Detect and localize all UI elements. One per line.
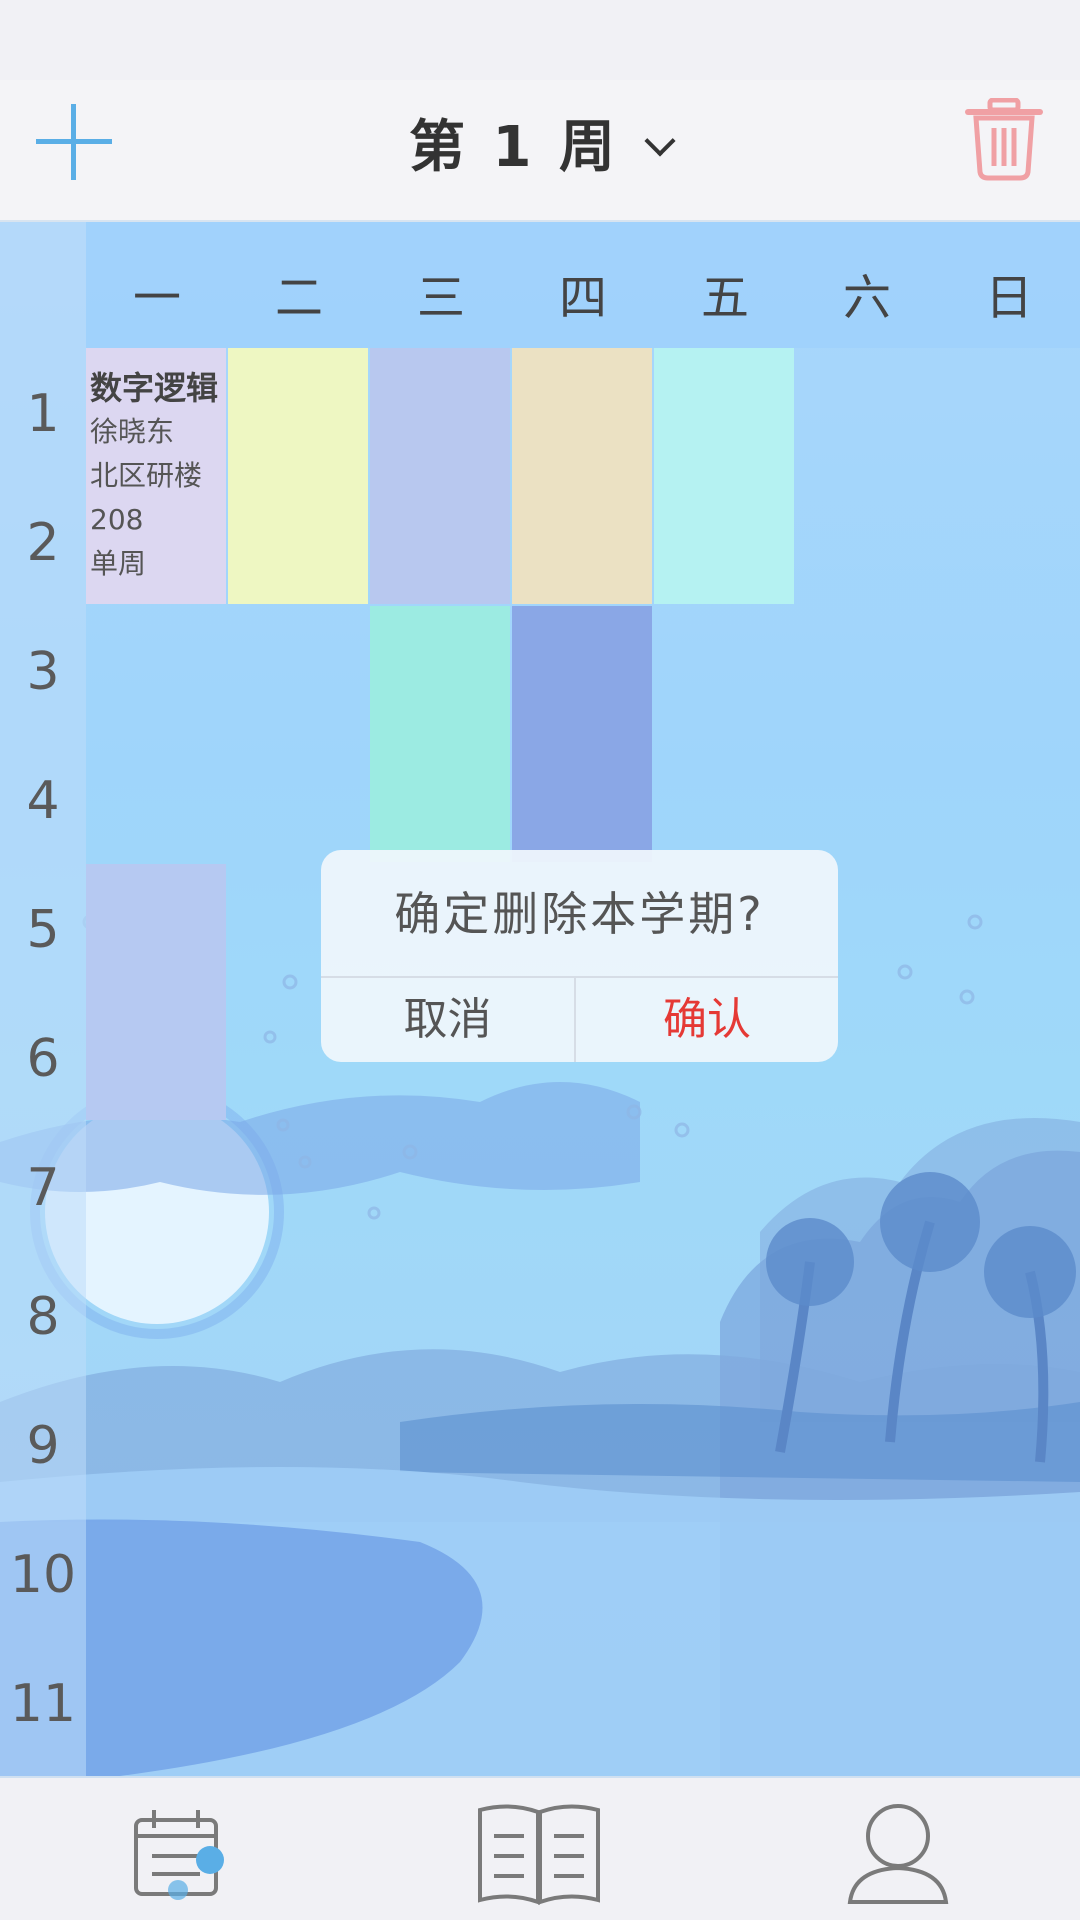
course-room-number: 208 bbox=[90, 503, 144, 536]
course-block[interactable] bbox=[370, 606, 510, 862]
weekday-label: 三 bbox=[416, 270, 465, 326]
period-label: 11 bbox=[9, 1674, 77, 1734]
course-details: 数字逻辑徐晓东北区研楼 208 单周 bbox=[86, 348, 226, 586]
book-icon bbox=[478, 1804, 600, 1905]
confirm-button[interactable]: 确认 bbox=[576, 978, 838, 1062]
period-label: 2 bbox=[26, 513, 60, 573]
user-icon bbox=[847, 1804, 949, 1904]
app-root: 第 1 周 一 二 三 四 五 六 日 1 2 3 4 5 6 7 8 9 10… bbox=[0, 0, 1080, 1920]
period-label: 7 bbox=[26, 1158, 60, 1218]
period-label: 6 bbox=[26, 1029, 60, 1089]
nav-profile[interactable] bbox=[838, 1798, 958, 1908]
top-bar: 第 1 周 bbox=[0, 80, 1080, 222]
dialog-message: 确定删除本学期? bbox=[394, 887, 765, 941]
week-selector[interactable]: 第 1 周 bbox=[0, 102, 1080, 183]
course-name: 数字逻辑 bbox=[90, 369, 219, 407]
delete-semester-button[interactable] bbox=[964, 97, 1044, 182]
weekday-label: 四 bbox=[558, 270, 607, 326]
period-column bbox=[0, 222, 86, 1776]
weekday-label: 五 bbox=[700, 270, 749, 326]
calendar-icon bbox=[134, 1810, 224, 1900]
course-block[interactable] bbox=[654, 348, 794, 604]
chevron-down-icon bbox=[644, 125, 676, 157]
course-block[interactable] bbox=[228, 348, 368, 604]
period-label: 1 bbox=[26, 384, 60, 444]
weekday-label: 一 bbox=[132, 270, 181, 326]
period-label: 4 bbox=[26, 771, 60, 831]
course-block[interactable]: 数字逻辑徐晓东北区研楼 208 单周 bbox=[86, 348, 226, 604]
weekday-label: 日 bbox=[984, 270, 1033, 326]
cancel-button[interactable]: 取消 bbox=[321, 978, 574, 1062]
period-label: 9 bbox=[26, 1416, 60, 1476]
bottom-navigation bbox=[0, 1776, 1080, 1920]
weekday-label: 二 bbox=[274, 270, 323, 326]
week-title: 第 1 周 bbox=[409, 115, 619, 180]
course-block[interactable] bbox=[512, 606, 652, 862]
course-block[interactable] bbox=[86, 864, 226, 1120]
period-label: 5 bbox=[26, 900, 60, 960]
course-weeks: 单周 bbox=[90, 547, 147, 580]
course-block[interactable] bbox=[370, 348, 510, 604]
course-room: 北区研楼 bbox=[90, 459, 203, 492]
nav-courses[interactable] bbox=[474, 1798, 600, 1908]
nav-schedule[interactable] bbox=[118, 1798, 238, 1908]
weekday-label: 六 bbox=[842, 270, 891, 326]
period-label: 8 bbox=[26, 1287, 60, 1347]
period-label: 10 bbox=[9, 1545, 77, 1605]
status-bar-area bbox=[0, 0, 1080, 80]
trash-icon bbox=[965, 97, 1043, 181]
delete-confirm-dialog: 确定删除本学期? 取消 确认 bbox=[321, 850, 838, 1062]
course-block[interactable] bbox=[512, 348, 652, 604]
course-teacher: 徐晓东 bbox=[90, 415, 175, 448]
period-label: 3 bbox=[26, 642, 60, 702]
